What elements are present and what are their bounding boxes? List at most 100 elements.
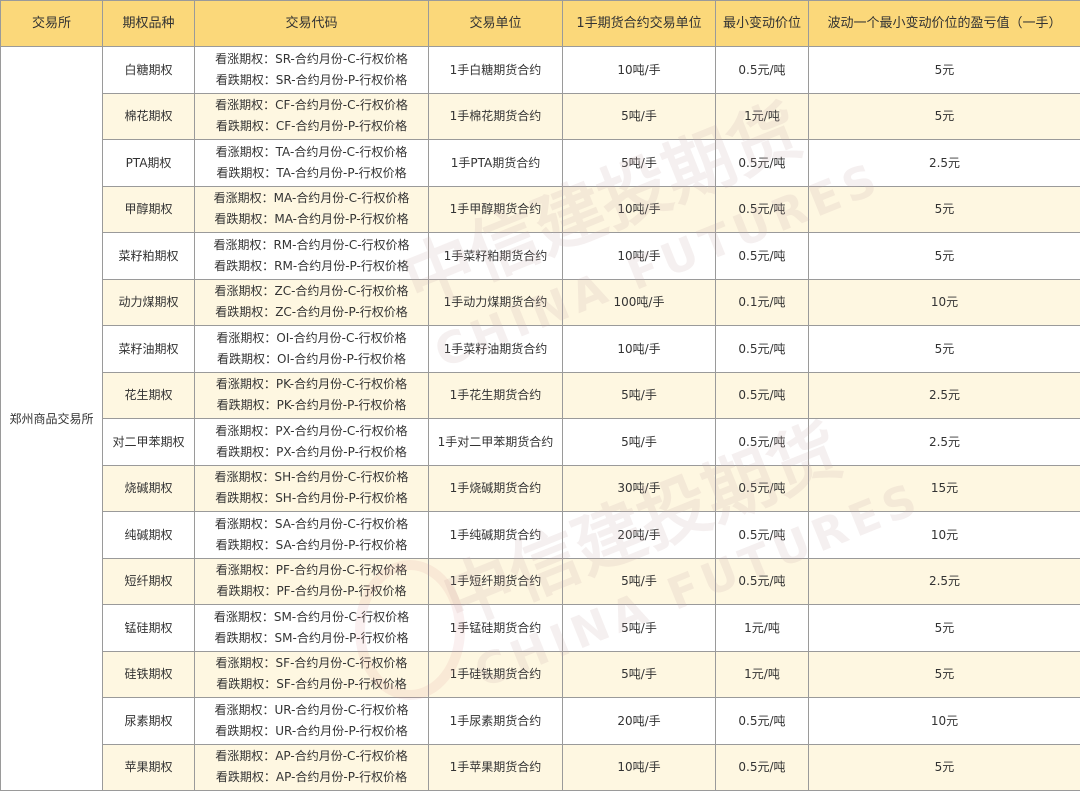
put-code: 看跌期权：OI-合约月份-P-行权价格 xyxy=(217,351,406,366)
trading-code-cell: 看涨期权：OI-合约月份-C-行权价格 看跌期权：OI-合约月份-P-行权价格 xyxy=(194,325,429,373)
call-code: 看涨期权：PX-合约月份-C-行权价格 xyxy=(215,423,408,438)
trading-code-cell: 看涨期权：SH-合约月份-C-行权价格 看跌期权：SH-合约月份-P-行权价格 xyxy=(194,464,429,512)
call-code: 看涨期权：SH-合约月份-C-行权价格 xyxy=(214,470,409,485)
put-code: 看跌期权：MA-合约月份-P-行权价格 xyxy=(214,212,409,227)
option-name-cell: 苹果期权 xyxy=(102,743,195,791)
tick-value-cell: 5元 xyxy=(808,232,1080,280)
table-row: 棉花期权 看涨期权：CF-合约月份-C-行权价格 看跌期权：CF-合约月份-P-行权… xyxy=(1,92,1080,140)
option-name-cell: 锰硅期权 xyxy=(102,604,195,652)
header-min-tick: 最小变动价位 xyxy=(715,0,809,47)
put-code: 看跌期权：SM-合约月份-P-行权价格 xyxy=(214,630,409,645)
option-name-cell: 烧碱期权 xyxy=(102,464,195,512)
trading-code-cell: 看涨期权：PK-合约月份-C-行权价格 看跌期权：PK-合约月份-P-行权价格 xyxy=(194,371,429,419)
tick-value-cell: 2.5元 xyxy=(808,418,1080,466)
call-code: 看涨期权：AP-合约月份-C-行权价格 xyxy=(215,749,408,764)
min-tick-cell: 0.5元/吨 xyxy=(715,325,809,373)
futures-unit-cell: 20吨/手 xyxy=(562,697,716,745)
table-row: 苹果期权 看涨期权：AP-合约月份-C-行权价格 看跌期权：AP-合约月份-P-行权… xyxy=(1,743,1080,791)
futures-unit-cell: 10吨/手 xyxy=(562,46,716,94)
min-tick-cell: 0.5元/吨 xyxy=(715,232,809,280)
futures-unit-cell: 30吨/手 xyxy=(562,464,716,512)
put-code: 看跌期权：SR-合约月份-P-行权价格 xyxy=(215,72,408,87)
header-tick-value: 波动一个最小变动价位的盈亏值（一手） xyxy=(808,0,1080,47)
trading-code-cell: 看涨期权：TA-合约月份-C-行权价格 看跌期权：TA-合约月份-P-行权价格 xyxy=(194,139,429,187)
futures-unit-cell: 10吨/手 xyxy=(562,185,716,233)
tick-value-cell: 10元 xyxy=(808,697,1080,745)
tick-value-cell: 10元 xyxy=(808,511,1080,559)
put-code: 看跌期权：PK-合约月份-P-行权价格 xyxy=(216,398,407,413)
trading-unit-cell: 1手苹果期货合约 xyxy=(428,743,563,791)
trading-code-cell: 看涨期权：SM-合约月份-C-行权价格 看跌期权：SM-合约月份-P-行权价格 xyxy=(194,604,429,652)
option-name-cell: 甲醇期权 xyxy=(102,185,195,233)
trading-unit-cell: 1手锰硅期货合约 xyxy=(428,604,563,652)
futures-unit-cell: 5吨/手 xyxy=(562,371,716,419)
trading-code-cell: 看涨期权：ZC-合约月份-C-行权价格 看跌期权：ZC-合约月份-P-行权价格 xyxy=(194,278,429,326)
call-code: 看涨期权：OI-合约月份-C-行权价格 xyxy=(216,330,407,345)
table-row: 动力煤期权 看涨期权：ZC-合约月份-C-行权价格 看跌期权：ZC-合约月份-P-行… xyxy=(1,278,1080,326)
trading-unit-cell: 1手对二甲苯期货合约 xyxy=(428,418,563,466)
put-code: 看跌期权：PX-合约月份-P-行权价格 xyxy=(216,444,407,459)
futures-unit-cell: 5吨/手 xyxy=(562,92,716,140)
put-code: 看跌期权：SA-合约月份-P-行权价格 xyxy=(215,537,408,552)
min-tick-cell: 1元/吨 xyxy=(715,92,809,140)
trading-unit-cell: 1手棉花期货合约 xyxy=(428,92,563,140)
trading-code-cell: 看涨期权：PF-合约月份-C-行权价格 看跌期权：PF-合约月份-P-行权价格 xyxy=(194,557,429,605)
call-code: 看涨期权：SF-合约月份-C-行权价格 xyxy=(215,656,408,671)
put-code: 看跌期权：CF-合约月份-P-行权价格 xyxy=(215,119,408,134)
option-name-cell: 动力煤期权 xyxy=(102,278,195,326)
tick-value-cell: 15元 xyxy=(808,464,1080,512)
min-tick-cell: 0.5元/吨 xyxy=(715,697,809,745)
futures-unit-cell: 5吨/手 xyxy=(562,557,716,605)
header-trading-unit: 交易单位 xyxy=(428,0,563,47)
trading-unit-cell: 1手花生期货合约 xyxy=(428,371,563,419)
table-row: 锰硅期权 看涨期权：SM-合约月份-C-行权价格 看跌期权：SM-合约月份-P-行权… xyxy=(1,604,1080,652)
put-code: 看跌期权：PF-合约月份-P-行权价格 xyxy=(216,584,407,599)
call-code: 看涨期权：CF-合约月份-C-行权价格 xyxy=(215,98,408,113)
option-name-cell: 尿素期权 xyxy=(102,697,195,745)
min-tick-cell: 0.5元/吨 xyxy=(715,46,809,94)
table-row: 对二甲苯期权 看涨期权：PX-合约月份-C-行权价格 看跌期权：PX-合约月份-P-… xyxy=(1,418,1080,466)
tick-value-cell: 2.5元 xyxy=(808,139,1080,187)
min-tick-cell: 0.5元/吨 xyxy=(715,511,809,559)
table-row: 甲醇期权 看涨期权：MA-合约月份-C-行权价格 看跌期权：MA-合约月份-P-行权… xyxy=(1,185,1080,233)
trading-unit-cell: 1手动力煤期货合约 xyxy=(428,278,563,326)
trading-unit-cell: 1手甲醇期货合约 xyxy=(428,185,563,233)
table-row: 尿素期权 看涨期权：UR-合约月份-C-行权价格 看跌期权：UR-合约月份-P-行权… xyxy=(1,697,1080,745)
header-futures-unit: 1手期货合约交易单位 xyxy=(562,0,716,47)
option-name-cell: 白糖期权 xyxy=(102,46,195,94)
futures-unit-cell: 5吨/手 xyxy=(562,139,716,187)
trading-unit-cell: 1手PTA期货合约 xyxy=(428,139,563,187)
option-name-cell: 花生期权 xyxy=(102,371,195,419)
call-code: 看涨期权：PK-合约月份-C-行权价格 xyxy=(215,377,408,392)
table-row: 郑州商品交易所 白糖期权 看涨期权：SR-合约月份-C-行权价格 看跌期权：SR-合约… xyxy=(0,46,1080,791)
table-row: PTA期权 看涨期权：TA-合约月份-C-行权价格 看跌期权：TA-合约月份-P-行… xyxy=(1,139,1080,187)
trading-code-cell: 看涨期权：MA-合约月份-C-行权价格 看跌期权：MA-合约月份-P-行权价格 xyxy=(194,185,429,233)
trading-code-cell: 看涨期权：PX-合约月份-C-行权价格 看跌期权：PX-合约月份-P-行权价格 xyxy=(194,418,429,466)
trading-unit-cell: 1手尿素期货合约 xyxy=(428,697,563,745)
table-row: 硅铁期权 看涨期权：SF-合约月份-C-行权价格 看跌期权：SF-合约月份-P-行权… xyxy=(1,650,1080,698)
put-code: 看跌期权：TA-合约月份-P-行权价格 xyxy=(216,165,407,180)
tick-value-cell: 10元 xyxy=(808,278,1080,326)
option-name-cell: 菜籽粕期权 xyxy=(102,232,195,280)
exchange-cell: 郑州商品交易所 xyxy=(0,46,103,791)
futures-unit-cell: 10吨/手 xyxy=(562,232,716,280)
option-name-cell: PTA期权 xyxy=(102,139,195,187)
table-row: 纯碱期权 看涨期权：SA-合约月份-C-行权价格 看跌期权：SA-合约月份-P-行权… xyxy=(1,511,1080,559)
call-code: 看涨期权：SA-合约月份-C-行权价格 xyxy=(214,516,409,531)
header-exchange: 交易所 xyxy=(0,0,103,47)
trading-code-cell: 看涨期权：SR-合约月份-C-行权价格 看跌期权：SR-合约月份-P-行权价格 xyxy=(194,46,429,94)
table-row: 菜籽粕期权 看涨期权：RM-合约月份-C-行权价格 看跌期权：RM-合约月份-P-行… xyxy=(1,232,1080,280)
option-name-cell: 短纤期权 xyxy=(102,557,195,605)
call-code: 看涨期权：UR-合约月份-C-行权价格 xyxy=(214,702,409,717)
trading-code-cell: 看涨期权：SF-合约月份-C-行权价格 看跌期权：SF-合约月份-P-行权价格 xyxy=(194,650,429,698)
futures-unit-cell: 20吨/手 xyxy=(562,511,716,559)
put-code: 看跌期权：RM-合约月份-P-行权价格 xyxy=(214,258,409,273)
call-code: 看涨期权：SR-合约月份-C-行权价格 xyxy=(215,51,408,66)
trading-unit-cell: 1手纯碱期货合约 xyxy=(428,511,563,559)
header-row: 交易所 期权品种 交易代码 交易单位 1手期货合约交易单位 最小变动价位 波动一… xyxy=(0,0,1080,47)
tick-value-cell: 5元 xyxy=(808,46,1080,94)
min-tick-cell: 1元/吨 xyxy=(715,604,809,652)
tick-value-cell: 2.5元 xyxy=(808,371,1080,419)
tick-value-cell: 5元 xyxy=(808,743,1080,791)
put-code: 看跌期权：AP-合约月份-P-行权价格 xyxy=(215,770,408,785)
